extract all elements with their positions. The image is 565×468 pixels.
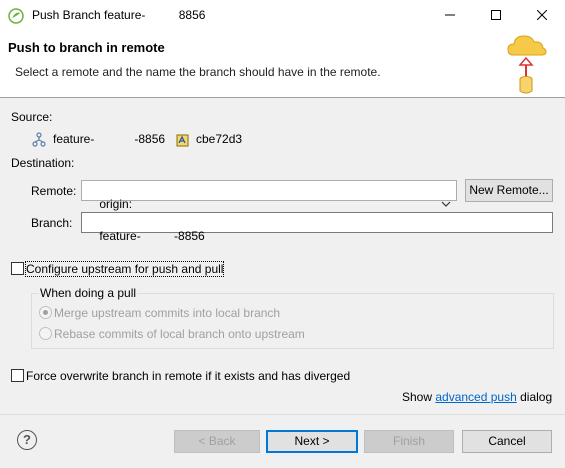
advanced-push-suffix: dialog xyxy=(516,390,553,404)
push-branch-dialog: Push Branch feature- 8856 Push to branch… xyxy=(0,0,565,468)
remote-select-value: origin: xyxy=(99,197,133,211)
eclipse-app-icon xyxy=(8,8,24,24)
close-icon xyxy=(536,9,548,23)
merge-radio[interactable] xyxy=(39,306,52,319)
source-commit-id: cbe72d3 xyxy=(196,132,243,146)
page-title: Push to branch in remote xyxy=(8,40,165,55)
pull-options-group-label: When doing a pull xyxy=(39,286,138,300)
close-button[interactable] xyxy=(519,0,565,31)
advanced-push-row: Show advanced push dialog xyxy=(402,390,552,404)
advanced-push-link[interactable]: advanced push xyxy=(435,390,516,404)
force-overwrite-label[interactable]: Force overwrite branch in remote if it e… xyxy=(26,369,350,383)
remote-select[interactable]: origin: xyxy=(81,180,457,211)
minimize-button[interactable] xyxy=(427,0,473,31)
rebase-radio[interactable] xyxy=(39,327,52,340)
page-description: Select a remote and the name the branch … xyxy=(15,65,381,79)
branch-name-input[interactable]: feature- -8856 xyxy=(81,212,553,243)
force-overwrite-checkbox[interactable] xyxy=(11,369,24,382)
destination-label: Destination: xyxy=(11,156,75,170)
header-banner: Push to branch in remote Select a remote… xyxy=(0,31,565,98)
branch-icon xyxy=(31,132,47,148)
new-remote-button[interactable]: New Remote... xyxy=(465,179,553,202)
window-title: Push Branch feature- 8856 xyxy=(32,8,206,22)
footer-divider xyxy=(0,414,565,415)
source-label: Source: xyxy=(11,110,53,124)
next-button[interactable]: Next > xyxy=(266,430,358,453)
configure-upstream-label[interactable]: Configure upstream for push and pull xyxy=(24,261,225,277)
finish-button[interactable]: Finish xyxy=(364,430,454,453)
help-icon[interactable]: ? xyxy=(17,430,37,450)
cancel-button[interactable]: Cancel xyxy=(462,430,552,453)
rebase-radio-label[interactable]: Rebase commits of local branch onto upst… xyxy=(54,327,305,341)
commit-icon xyxy=(175,132,191,148)
branch-label: Branch: xyxy=(31,216,73,230)
title-bar: Push Branch feature- 8856 xyxy=(0,0,565,31)
push-to-cloud-icon xyxy=(504,33,550,97)
source-branch-name: feature- -8856 xyxy=(53,132,166,146)
maximize-icon xyxy=(491,9,501,23)
minimize-icon xyxy=(445,9,455,23)
advanced-push-prefix: Show xyxy=(402,390,436,404)
remote-label: Remote: xyxy=(31,184,77,198)
configure-upstream-checkbox[interactable] xyxy=(11,262,24,275)
merge-radio-label[interactable]: Merge upstream commits into local branch xyxy=(54,306,280,320)
back-button[interactable]: < Back xyxy=(174,430,260,453)
maximize-button[interactable] xyxy=(473,0,519,31)
branch-name-value: feature- -8856 xyxy=(99,229,205,243)
